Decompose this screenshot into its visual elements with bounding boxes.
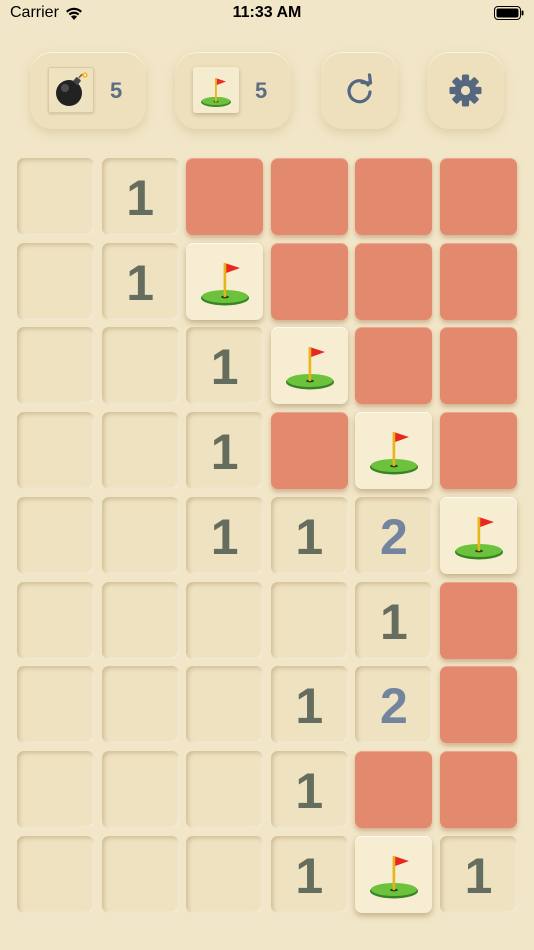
status-time: 11:33 AM <box>232 4 302 21</box>
empty-tile <box>101 835 179 913</box>
hidden-tile[interactable] <box>355 750 433 828</box>
empty-tile <box>186 666 264 744</box>
flagged-tile[interactable] <box>355 412 433 490</box>
tile-number: 1 <box>210 508 239 565</box>
number-tile: 1 <box>186 327 264 405</box>
number-tile: 1 <box>270 666 348 744</box>
golf-flag-icon <box>370 432 419 475</box>
empty-tile <box>270 581 348 659</box>
tile-number: 1 <box>295 762 324 819</box>
mine-count: 5 <box>110 78 123 103</box>
empty-tile <box>186 581 264 659</box>
tile-number: 1 <box>295 678 324 735</box>
tile-number: 1 <box>126 254 154 311</box>
hidden-tile[interactable] <box>440 327 517 405</box>
number-tile: 2 <box>355 496 433 574</box>
number-tile: 1 <box>101 242 179 320</box>
tile-number: 2 <box>379 508 408 565</box>
gear-icon <box>449 74 482 107</box>
empty-tile <box>101 496 179 574</box>
empty-tile <box>17 412 94 490</box>
flag-counter: 5 <box>175 52 291 129</box>
empty-tile <box>101 581 179 659</box>
flagged-tile[interactable] <box>270 327 348 405</box>
empty-tile <box>186 750 264 828</box>
empty-tile <box>17 158 94 235</box>
flagged-tile[interactable] <box>440 496 517 574</box>
hidden-tile[interactable] <box>270 242 348 320</box>
number-tile: 1 <box>186 496 264 574</box>
empty-tile <box>17 242 94 320</box>
empty-tile <box>101 666 179 744</box>
restart-icon <box>347 73 373 104</box>
mine-counter: 5 <box>30 52 146 129</box>
number-tile: 1 <box>270 835 348 913</box>
number-tile: 1 <box>270 750 348 828</box>
hidden-tile[interactable] <box>440 581 517 659</box>
hidden-tile[interactable] <box>440 242 517 320</box>
empty-tile <box>17 750 94 828</box>
hidden-tile[interactable] <box>440 666 517 744</box>
hidden-tile[interactable] <box>440 750 517 828</box>
hidden-tile[interactable] <box>270 412 348 490</box>
number-tile: 1 <box>355 581 433 659</box>
empty-tile <box>17 581 94 659</box>
hidden-tile[interactable] <box>270 158 348 235</box>
empty-tile <box>17 327 94 405</box>
flagged-tile[interactable] <box>186 242 264 320</box>
empty-tile <box>101 412 179 490</box>
battery-icon <box>494 6 524 20</box>
hidden-tile[interactable] <box>355 242 433 320</box>
empty-tile <box>17 835 94 913</box>
tile-number: 1 <box>210 339 239 396</box>
tile-number: 1 <box>379 593 408 650</box>
golf-flag-icon <box>201 262 250 306</box>
golf-flag-icon <box>285 347 334 390</box>
game-board: 1111112112111 <box>17 158 519 916</box>
hidden-tile[interactable] <box>186 158 264 235</box>
number-tile: 1 <box>186 412 264 490</box>
flagged-tile[interactable] <box>355 835 433 913</box>
tile-number: 1 <box>464 847 493 904</box>
empty-tile <box>101 750 179 828</box>
tile-number: 1 <box>295 847 324 904</box>
number-tile: 2 <box>355 666 433 744</box>
restart-button[interactable] <box>321 52 398 129</box>
empty-tile <box>17 666 94 744</box>
bomb-icon <box>48 67 94 113</box>
hidden-tile[interactable] <box>440 412 517 490</box>
hidden-tile[interactable] <box>440 158 517 235</box>
tile-number: 2 <box>379 678 408 735</box>
number-tile: 1 <box>101 158 179 235</box>
golf-flag-icon <box>370 855 419 899</box>
empty-tile <box>186 835 264 913</box>
tile-number: 1 <box>126 170 154 226</box>
empty-tile <box>101 327 179 405</box>
number-tile: 1 <box>270 496 348 574</box>
hidden-tile[interactable] <box>355 327 433 405</box>
empty-tile <box>17 496 94 574</box>
flag-icon <box>193 67 239 113</box>
settings-button[interactable] <box>427 52 504 129</box>
tile-number: 1 <box>210 424 239 481</box>
number-tile: 1 <box>440 835 517 913</box>
tile-number: 1 <box>295 508 324 565</box>
golf-flag-icon <box>455 516 503 560</box>
status-bar: Carrier 11:33 AM <box>0 0 534 30</box>
hidden-tile[interactable] <box>355 158 433 235</box>
flag-count: 5 <box>255 78 268 103</box>
